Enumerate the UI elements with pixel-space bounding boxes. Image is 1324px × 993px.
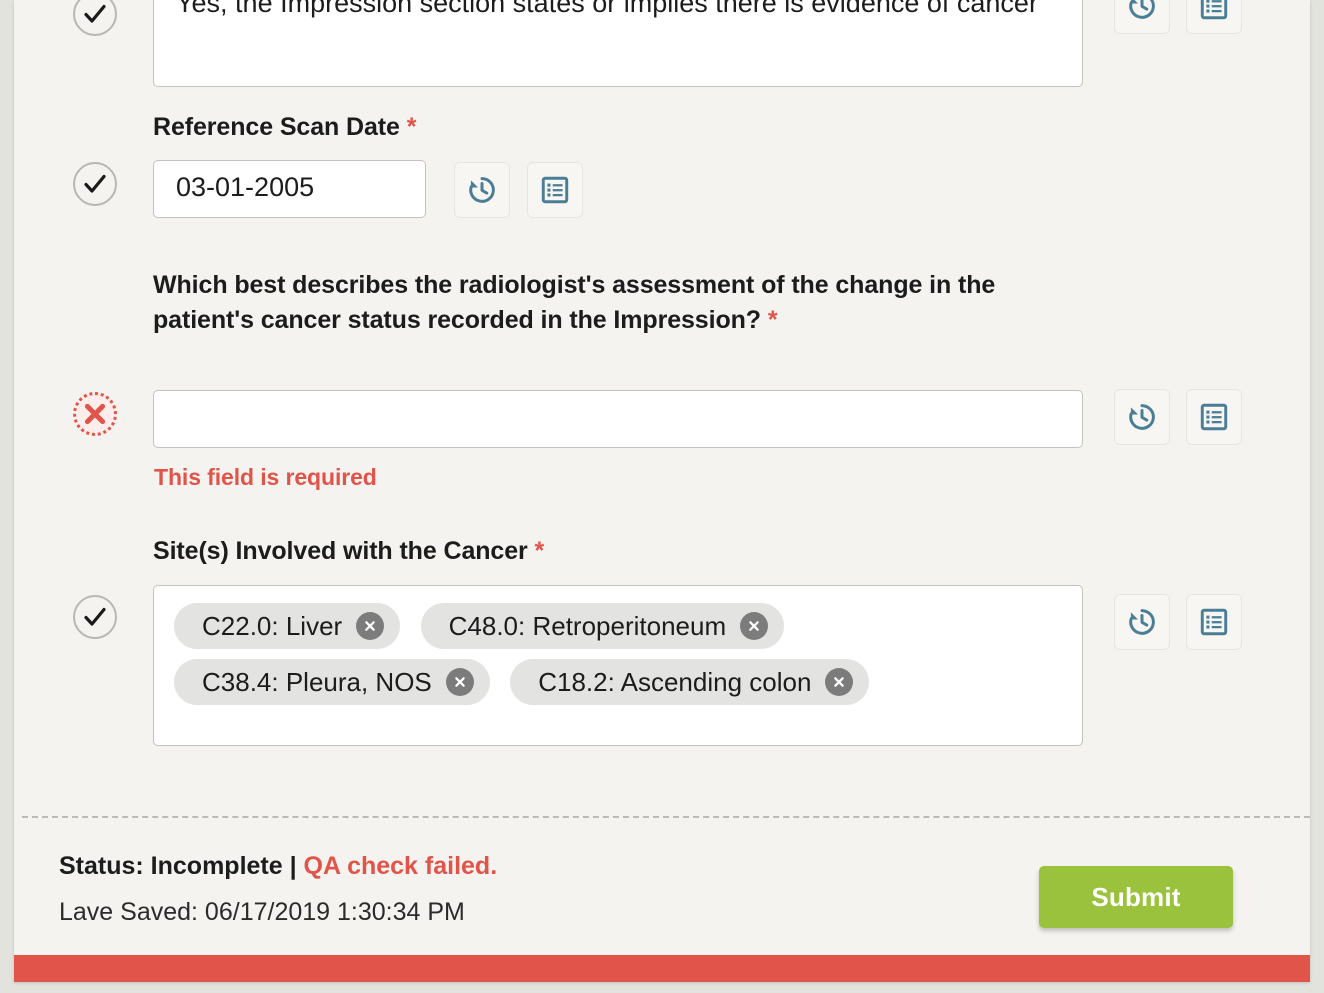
cancer-status-change-label: Which best describes the radiologist's a… <box>153 268 1003 338</box>
chip-label: C18.2: Ascending colon <box>538 666 812 697</box>
field-status-ok-icon <box>73 0 117 36</box>
chip-remove-icon[interactable] <box>356 612 385 640</box>
sites-involved-token-input[interactable]: C22.0: Liver C48.0: Retroperitoneum C38.… <box>153 585 1083 746</box>
qa-check-status: QA check failed. <box>303 852 498 880</box>
cancer-status-change-input[interactable] <box>153 390 1083 448</box>
chip-site[interactable]: C38.4: Pleura, NOS <box>174 659 490 705</box>
history-icon <box>1129 609 1155 635</box>
cancer-status-change-error: This field is required <box>154 464 377 490</box>
bottom-status-bar <box>14 955 1310 982</box>
chip-remove-icon[interactable] <box>825 668 854 696</box>
history-icon <box>1129 404 1155 430</box>
notes-button[interactable] <box>1186 594 1242 650</box>
field-cancer-status-change: Which best describes the radiologist's a… <box>14 268 1310 498</box>
chip-label: C48.0: Retroperitoneum <box>448 610 727 641</box>
reference-scan-date-label: Reference Scan Date * <box>153 110 416 145</box>
field-status-ok-icon <box>73 595 117 639</box>
impression-evidence-value: Yes, the Impression section states or im… <box>176 0 1038 18</box>
label-text: Reference Scan Date <box>153 113 400 141</box>
list-notes-icon <box>1200 0 1228 20</box>
history-button[interactable] <box>1114 0 1170 34</box>
field-reference-scan-date: Reference Scan Date * 03-01-2005 <box>14 110 1310 240</box>
history-button[interactable] <box>1114 389 1170 445</box>
status-text: Status: Incomplete <box>59 852 283 880</box>
form-footer: Status: Incomplete | QA check failed. La… <box>14 818 1310 955</box>
field-sites-involved: Site(s) Involved with the Cancer * C22.0… <box>14 534 1310 754</box>
label-text: Site(s) Involved with the Cancer <box>153 537 528 565</box>
chip-remove-icon[interactable] <box>740 612 769 640</box>
notes-button[interactable] <box>1186 0 1242 34</box>
status-separator: | <box>282 852 304 880</box>
history-icon <box>1129 0 1155 19</box>
label-text: Which best describes the radiologist's a… <box>153 271 996 334</box>
sites-involved-label: Site(s) Involved with the Cancer * <box>153 534 544 569</box>
history-button[interactable] <box>454 162 510 218</box>
impression-evidence-textarea[interactable]: Yes, the Impression section states or im… <box>153 0 1083 87</box>
reference-scan-date-input[interactable]: 03-01-2005 <box>153 160 426 218</box>
submit-button[interactable]: Submit <box>1039 866 1233 928</box>
chip-remove-icon[interactable] <box>445 668 474 696</box>
last-saved-text: Lave Saved: 06/17/2019 1:30:34 PM <box>59 898 465 926</box>
list-notes-icon <box>541 176 569 204</box>
form-panel: Yes, the Impression section states or im… <box>14 0 1310 982</box>
chip-label: C38.4: Pleura, NOS <box>202 666 432 697</box>
chip-site[interactable]: C48.0: Retroperitoneum <box>420 603 785 649</box>
history-button[interactable] <box>1114 594 1170 650</box>
chip-site[interactable]: C22.0: Liver <box>174 603 401 649</box>
required-asterisk: * <box>534 537 545 565</box>
field-status-ok-icon <box>73 162 117 206</box>
form-body: Yes, the Impression section states or im… <box>14 0 1310 816</box>
required-asterisk: * <box>767 306 778 334</box>
status-line: Status: Incomplete | QA check failed. <box>59 849 497 883</box>
chip-site[interactable]: C18.2: Ascending colon <box>510 659 870 705</box>
list-notes-icon <box>1200 403 1228 431</box>
list-notes-icon <box>1200 608 1228 636</box>
reference-scan-date-value: 03-01-2005 <box>176 172 315 202</box>
required-asterisk: * <box>406 113 417 141</box>
notes-button[interactable] <box>527 162 583 218</box>
history-icon <box>469 177 495 203</box>
chip-label: C22.0: Liver <box>202 610 343 641</box>
field-impression-evidence: Yes, the Impression section states or im… <box>14 0 1310 95</box>
field-status-error-icon <box>73 392 117 436</box>
notes-button[interactable] <box>1186 389 1242 445</box>
